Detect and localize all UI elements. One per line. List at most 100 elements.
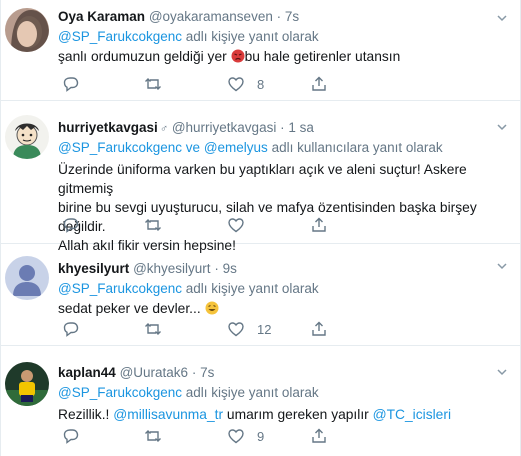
reply-context-label: adlı kişiye yanıt olarak [185,281,319,296]
like-button[interactable]: 12 [227,319,271,339]
tweet-text-line: Üzerinde üniforma varken bu yaptıkları a… [58,162,467,196]
share-button[interactable] [310,74,328,94]
tweet-text-part: Rezillik.! [58,407,110,422]
tweet[interactable]: khyesilyurt @khyesilyurt · 9s @SP_Farukc… [1,244,520,346]
angry-face-emoji-icon [231,49,245,63]
timestamp[interactable]: 1 sa [288,120,314,135]
tweet[interactable]: kaplan44 @Uuratak6 · 7s @SP_Farukcokgenc… [1,346,520,456]
tweet-text-part: sedat peker ve devler... [58,301,201,316]
mention-link[interactable]: @emelyus [204,140,268,155]
timestamp[interactable]: 7s [200,365,214,380]
like-button[interactable]: 9 [227,426,264,446]
reply-icon [63,77,79,92]
display-name[interactable]: hurriyetkavgasi [58,120,158,135]
avatar-illustration [5,115,49,159]
tweet[interactable]: hurriyetkavgasi ♂ @hurriyetkavgasi · 1 sa… [1,101,520,253]
tweet[interactable]: Oya Karaman @oyakaramanseven · 7s @SP_Fa… [1,0,520,101]
tweet-header: khyesilyurt @khyesilyurt · 9s [58,260,510,278]
share-icon [312,321,326,336]
reply-button[interactable] [62,74,92,94]
display-name[interactable]: kaplan44 [58,365,116,380]
chevron-down-icon[interactable] [496,12,508,24]
reply-join-label: ve [185,140,201,155]
reply-context-label: adlı kişiye yanıt olarak [185,385,319,400]
heart-icon [228,218,244,233]
tweet-text-part: bu hale getirenler utansın [244,49,401,64]
avatar-photo [5,8,49,52]
avatar[interactable] [5,8,49,52]
tweet-text: sedat peker ve devler... [58,299,510,318]
mention-link[interactable]: @SP_Farukcokgenc [58,281,182,296]
reply-button[interactable] [62,319,92,339]
display-name[interactable]: khyesilyurt [58,261,129,276]
like-count: 8 [257,76,265,92]
reply-context: @SP_Farukcokgenc ve @emelyus adlı kullan… [58,138,510,157]
user-handle[interactable]: @khyesilyurt [133,261,210,276]
user-handle[interactable]: @hurriyetkavgasi [172,120,277,135]
like-button[interactable] [227,215,257,235]
reply-button[interactable] [62,215,92,235]
separator-dot: · [191,365,197,380]
reply-icon [63,322,79,337]
mention-link[interactable]: @SP_Farukcokgenc [58,140,182,155]
user-handle[interactable]: @Uuratak6 [120,365,188,380]
retweet-icon [145,323,161,335]
mention-link[interactable]: @SP_Farukcokgenc [58,385,182,400]
like-button[interactable]: 8 [227,74,264,94]
separator-dot: · [276,9,282,24]
retweet-button[interactable] [144,319,174,339]
tweet-actions: 8 [58,74,498,94]
timestamp[interactable]: 9s [223,261,237,276]
mention-link[interactable]: @TC_icisleri [373,407,451,422]
share-button[interactable] [310,319,328,339]
share-icon [312,217,326,232]
reply-context-label: adlı kullanıcılara yanıt olarak [271,140,443,155]
mention-link[interactable]: @SP_Farukcokgenc [58,29,182,44]
share-button[interactable] [310,426,328,446]
tweet-text: Rezillik.! @millisavunma_tr umarım gerek… [58,405,510,424]
retweet-button[interactable] [144,215,174,235]
tweet-text: Üzerinde üniforma varken bu yaptıkları a… [58,160,510,255]
retweet-icon [145,78,161,90]
retweet-icon [145,219,161,231]
share-icon [312,76,326,91]
avatar-photo [5,362,49,406]
reply-button[interactable] [62,426,92,446]
display-name[interactable]: Oya Karaman [58,9,145,24]
tweet-actions: 12 [58,319,498,339]
rolling-laughing-emoji-icon [205,301,218,315]
reply-icon [63,429,79,444]
timestamp[interactable]: 7s [285,9,299,24]
tweet-actions: 9 [58,426,498,446]
reply-context: @SP_Farukcokgenc adlı kişiye yanıt olara… [58,279,510,298]
tweet-text-part: umarım gereken yapılır [226,407,369,422]
tweet-text: şanlı ordumuzun geldiği yer bu hale geti… [58,47,510,66]
default-avatar-icon [5,256,49,300]
reply-context: @SP_Farukcokgenc adlı kişiye yanıt olara… [58,27,510,46]
retweet-button[interactable] [144,74,174,94]
tweet-header: Oya Karaman @oyakaramanseven · 7s [58,8,510,26]
tweet-actions [58,215,498,235]
retweet-button[interactable] [144,426,174,446]
chevron-down-icon[interactable] [496,260,508,272]
separator-dot: · [280,120,285,135]
separator-dot: · [214,261,219,276]
chevron-down-icon[interactable] [496,366,508,378]
avatar[interactable] [5,256,49,300]
avatar[interactable] [5,115,49,159]
reply-icon [63,218,79,233]
heart-icon [228,322,244,337]
share-button[interactable] [310,215,328,235]
tweet-header: hurriyetkavgasi ♂ @hurriyetkavgasi · 1 sa [58,119,510,137]
name-badge: ♂ [159,123,169,135]
mention-link[interactable]: @millisavunma_tr [113,407,223,422]
like-count: 9 [257,428,265,444]
like-count: 12 [257,321,272,337]
reply-context-label: adlı kişiye yanıt olarak [185,29,319,44]
tweet-text-part: şanlı ordumuzun geldiği yer [58,49,227,64]
avatar[interactable] [5,362,49,406]
chevron-down-icon[interactable] [496,121,508,133]
tweet-header: kaplan44 @Uuratak6 · 7s [58,364,510,382]
retweet-icon [145,430,161,442]
user-handle[interactable]: @oyakaramanseven [149,9,273,24]
